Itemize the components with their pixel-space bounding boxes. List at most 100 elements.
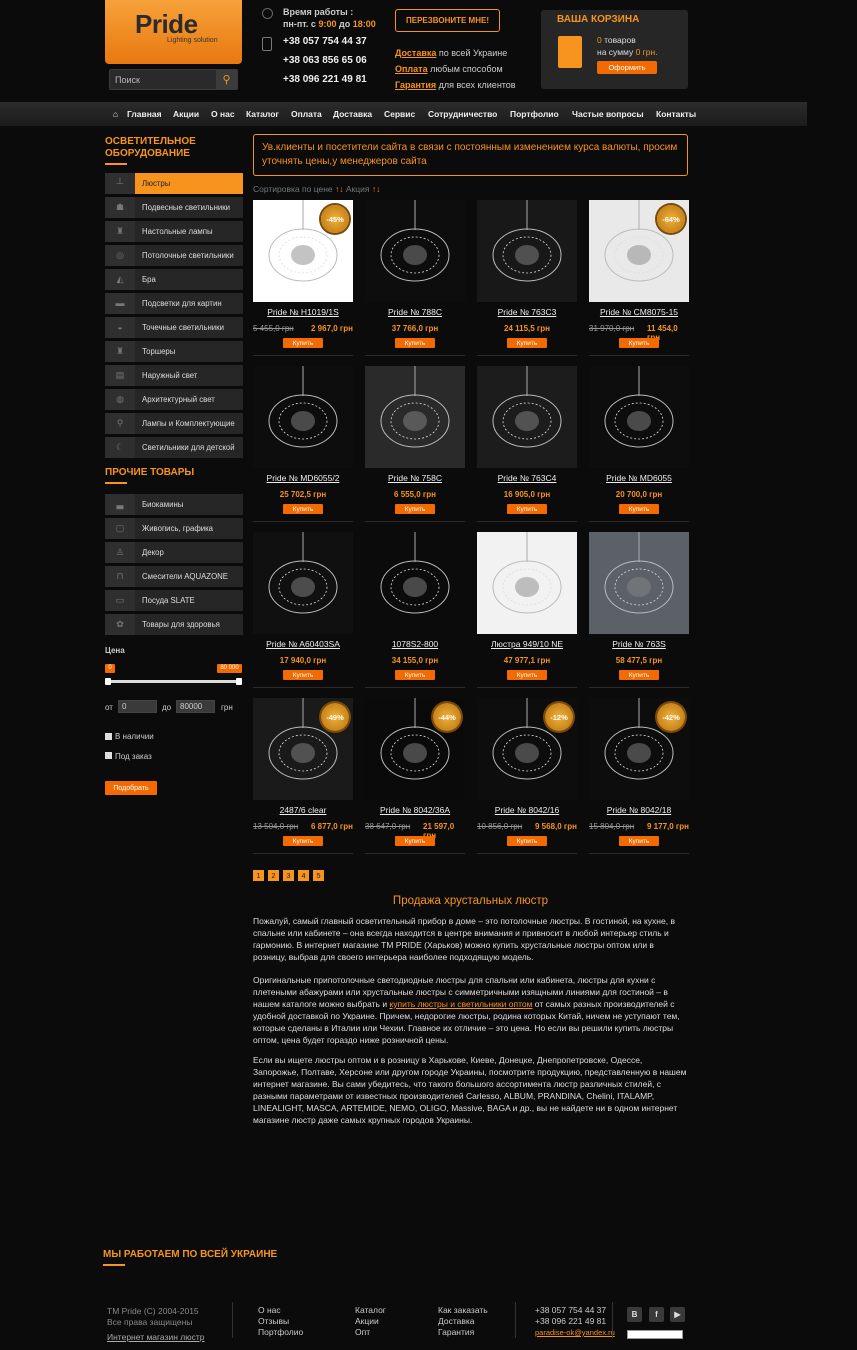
nav-delivery[interactable]: Доставка: [333, 109, 372, 119]
shop-link[interactable]: Интернет магазин люстр: [107, 1332, 204, 1343]
product-name[interactable]: Pride № MD6055: [589, 473, 689, 483]
product-image[interactable]: [365, 532, 465, 634]
sidebar-item-6[interactable]: ▬ Подсветки для картин: [105, 293, 243, 314]
vk-icon[interactable]: B: [627, 1307, 642, 1322]
page-4[interactable]: 4: [298, 870, 309, 881]
product-image[interactable]: [365, 366, 465, 468]
footer-link-portfolio[interactable]: Портфолио: [258, 1327, 303, 1338]
product-image[interactable]: -45%: [253, 200, 353, 302]
nav-contacts[interactable]: Контакты: [656, 109, 696, 119]
product-image[interactable]: -42%: [589, 698, 689, 800]
product-image[interactable]: -49%: [253, 698, 353, 800]
product-name[interactable]: Pride № MD6055/2: [253, 473, 353, 483]
search-icon[interactable]: ⚲: [216, 70, 237, 89]
buy-button[interactable]: Купить: [507, 338, 547, 348]
phone-1[interactable]: +38 057 754 44 37: [283, 36, 367, 47]
footer-link-catalog[interactable]: Каталог: [355, 1305, 386, 1316]
phone-2[interactable]: +38 063 856 65 06: [283, 55, 367, 66]
sort-sale-link[interactable]: Акция: [346, 184, 370, 194]
buy-button[interactable]: Купить: [395, 504, 435, 514]
product-name[interactable]: Pride № A60403SA: [253, 639, 353, 649]
sidebar-item-10[interactable]: ◍ Архитектурный свет: [105, 389, 243, 410]
sort-arrows-icon[interactable]: ↑↓: [372, 184, 381, 194]
price-from-input[interactable]: 0: [118, 700, 157, 713]
sidebar-item-4[interactable]: ◎ Потолочные светильники: [105, 245, 243, 266]
buy-button[interactable]: Купить: [395, 338, 435, 348]
product-name[interactable]: Pride № 788C: [365, 307, 465, 317]
buy-button[interactable]: Купить: [395, 670, 435, 680]
product-image[interactable]: [589, 532, 689, 634]
nav-about[interactable]: О нас: [211, 109, 235, 119]
checkout-button[interactable]: Оформить: [597, 61, 657, 74]
product-image[interactable]: [589, 366, 689, 468]
sidebar-item-12[interactable]: ☾ Светильники для детской: [105, 437, 243, 458]
footer-link-delivery[interactable]: Доставка: [438, 1316, 488, 1327]
page-3[interactable]: 3: [283, 870, 294, 881]
buy-button[interactable]: Купить: [283, 670, 323, 680]
phone-3[interactable]: +38 096 221 49 81: [283, 74, 367, 85]
nav-portfolio[interactable]: Портфолио: [510, 109, 559, 119]
buy-button[interactable]: Купить: [283, 504, 323, 514]
product-image[interactable]: -64%: [589, 200, 689, 302]
footer-link-about[interactable]: О нас: [258, 1305, 303, 1316]
footer-link-wholesale[interactable]: Опт: [355, 1327, 386, 1338]
footer-link-reviews[interactable]: Отзывы: [258, 1316, 303, 1327]
product-image[interactable]: [477, 366, 577, 468]
product-image[interactable]: -44%: [365, 698, 465, 800]
buy-button[interactable]: Купить: [619, 338, 659, 348]
footer-link-warranty[interactable]: Гарантия: [438, 1327, 488, 1338]
sidebar-item-2[interactable]: ☗ Подвесные светильники: [105, 197, 243, 218]
payment-link[interactable]: Оплата: [395, 64, 428, 74]
buy-button[interactable]: Купить: [619, 504, 659, 514]
sidebar-item-7[interactable]: ◒ Точечные светильники: [105, 317, 243, 338]
product-name[interactable]: Pride № 763C4: [477, 473, 577, 483]
nav-cooperation[interactable]: Сотрудничество: [428, 109, 497, 119]
sidebar-item-3[interactable]: ♜ Настольные лампы: [105, 221, 243, 242]
footer-email[interactable]: paradise-ok@yandex.ru: [535, 1327, 615, 1338]
product-name[interactable]: Pride № 8042/36A: [365, 805, 465, 815]
in-stock-checkbox[interactable]: [105, 733, 112, 740]
delivery-link[interactable]: Доставка: [395, 48, 436, 58]
product-image[interactable]: [253, 366, 353, 468]
facebook-icon[interactable]: f: [649, 1307, 664, 1322]
sidebar-other-item-1[interactable]: ▃ Биокамины: [105, 494, 243, 515]
price-slider-track[interactable]: [107, 680, 240, 683]
sidebar-other-item-2[interactable]: ▢ Живопись, графика: [105, 518, 243, 539]
nav-catalog[interactable]: Каталог: [246, 109, 279, 119]
product-name[interactable]: 2487/6 clear: [253, 805, 353, 815]
nav-service[interactable]: Сервис: [384, 109, 415, 119]
buy-button[interactable]: Купить: [395, 836, 435, 846]
product-name[interactable]: Pride № 758C: [365, 473, 465, 483]
product-name[interactable]: Pride № 763C3: [477, 307, 577, 317]
cart-widget[interactable]: ВАША КОРЗИНА 0 товаров на сумму 0 грн. О…: [541, 10, 688, 89]
sidebar-other-item-6[interactable]: ✿ Товары для здоровья: [105, 614, 243, 635]
sort-price-link[interactable]: Сортировка по цене: [253, 184, 333, 194]
page-2[interactable]: 2: [268, 870, 279, 881]
product-name[interactable]: Pride № CM8075-15: [589, 307, 689, 317]
sidebar-item-8[interactable]: ♜ Торшеры: [105, 341, 243, 362]
buy-button[interactable]: Купить: [283, 338, 323, 348]
product-name[interactable]: Pride № 763S: [589, 639, 689, 649]
nav-payment[interactable]: Оплата: [291, 109, 322, 119]
footer-phone-2[interactable]: +38 096 221 49 81: [535, 1316, 615, 1327]
buy-button[interactable]: Купить: [507, 836, 547, 846]
product-image[interactable]: [365, 200, 465, 302]
footer-link-sales[interactable]: Акции: [355, 1316, 386, 1327]
sidebar-item-9[interactable]: ▤ Наружный свет: [105, 365, 243, 386]
product-image[interactable]: [253, 532, 353, 634]
logo[interactable]: Pride Lighting solution: [105, 0, 242, 64]
sidebar-other-item-3[interactable]: ♙ Декор: [105, 542, 243, 563]
page-5[interactable]: 5: [313, 870, 324, 881]
price-slider-max-handle[interactable]: [236, 678, 242, 685]
product-image[interactable]: -12%: [477, 698, 577, 800]
buy-button[interactable]: Купить: [619, 836, 659, 846]
sidebar-item-1[interactable]: ┴ Люстры: [105, 173, 243, 194]
buy-button[interactable]: Купить: [283, 836, 323, 846]
page-1[interactable]: 1: [253, 870, 264, 881]
product-name[interactable]: 1078S2-800: [365, 639, 465, 649]
home-icon[interactable]: ⌂: [113, 109, 118, 119]
nav-faq[interactable]: Частые вопросы: [572, 109, 644, 119]
price-slider-min-handle[interactable]: [105, 678, 111, 685]
on-order-checkbox[interactable]: [105, 752, 112, 759]
wholesale-link[interactable]: купить люстры и светильники оптом: [389, 999, 532, 1009]
